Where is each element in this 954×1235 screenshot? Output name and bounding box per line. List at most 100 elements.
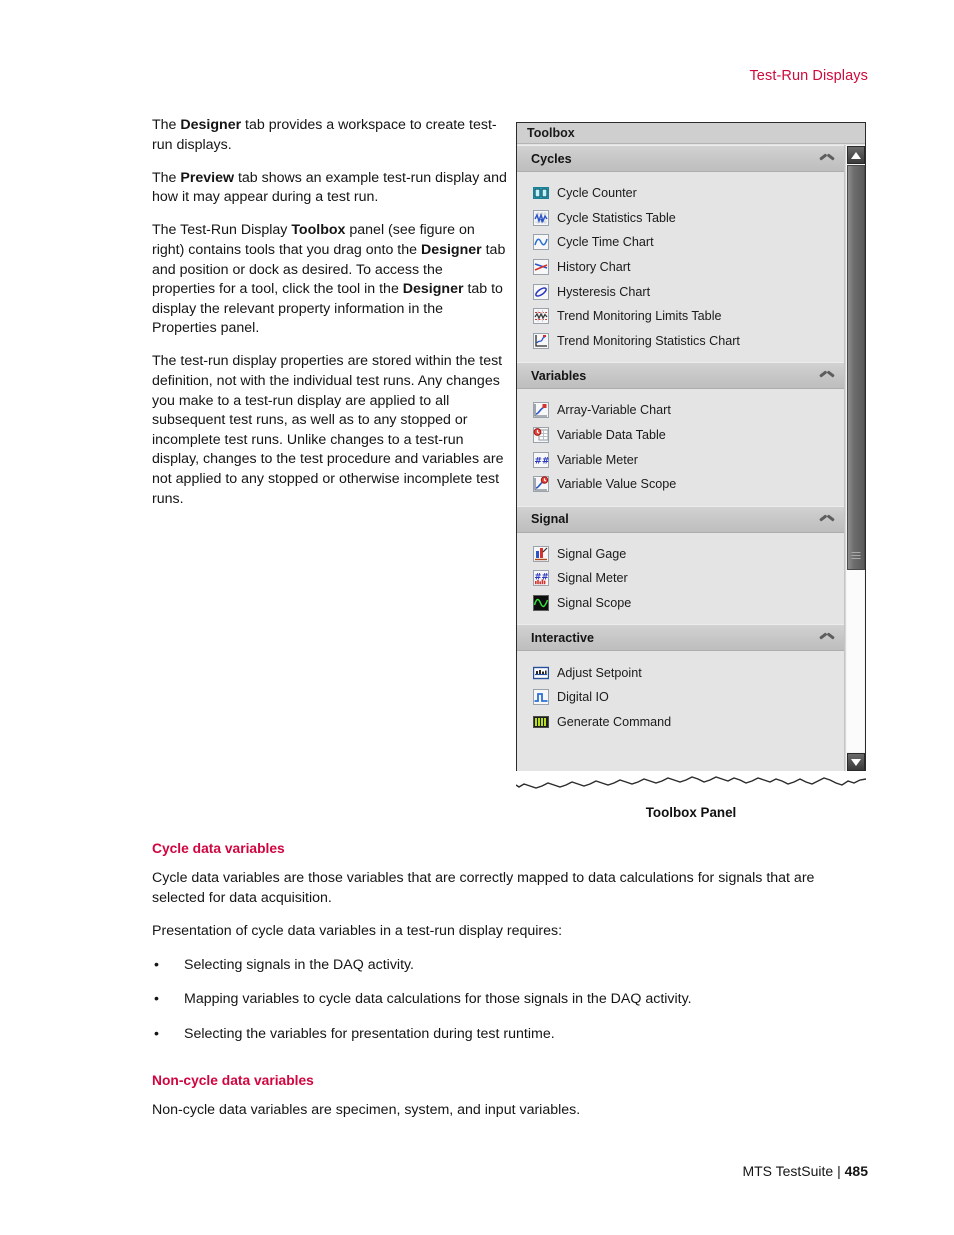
signal-meter-icon: ## bbox=[533, 570, 549, 587]
toolbox-tool-label: Adjust Setpoint bbox=[557, 665, 642, 680]
toolbox-tool-item[interactable]: Variable Data Table bbox=[517, 423, 844, 448]
bullet-marker: • bbox=[154, 1025, 159, 1042]
toolbox-tool-label: Trend Monitoring Statistics Chart bbox=[557, 333, 740, 348]
toolbox-tool-item[interactable]: Trend Monitoring Limits Table bbox=[517, 304, 844, 329]
generate-command-icon bbox=[533, 714, 549, 730]
toolbox-tool-item[interactable]: Signal Scope bbox=[517, 591, 844, 616]
toolbox-section-label: Interactive bbox=[531, 630, 594, 645]
bullet-text: Selecting signals in the DAQ activity. bbox=[184, 956, 414, 973]
toolbox-tool-label: Cycle Time Chart bbox=[557, 235, 654, 250]
toolbox-tool-item[interactable]: Cycle Counter bbox=[517, 181, 844, 206]
digital-io-icon bbox=[533, 689, 549, 706]
cycle-data-bullet-list: • Selecting signals in the DAQ activity. •… bbox=[152, 956, 869, 1045]
toolbox-tool-label: Signal Gage bbox=[557, 546, 627, 561]
toolbox-section-items: Cycle Counter Cycle Statistics Table Cycle… bbox=[517, 172, 844, 363]
scroll-up-arrow-icon bbox=[851, 151, 861, 159]
emphasis-term: Designer bbox=[420, 241, 482, 258]
toolbox-tool-item[interactable]: Array-Variable Chart bbox=[517, 398, 844, 423]
non-cycle-data-paragraph-1: Non-cycle data variables are specimen, s… bbox=[152, 1101, 581, 1118]
emphasis-term: Preview bbox=[180, 169, 235, 186]
bullet-item: • Selecting signals in the DAQ activity. bbox=[152, 956, 869, 976]
signal-gage-icon bbox=[533, 545, 549, 562]
variable-value-scope-icon bbox=[533, 476, 549, 493]
bullet-item: • Mapping variables to cycle data calcula… bbox=[152, 990, 869, 1010]
cycle-data-paragraph-1: Cycle data variables are those variables… bbox=[152, 870, 815, 906]
footer-page-number: 485 bbox=[844, 1163, 868, 1179]
chevron-up-icon[interactable] bbox=[820, 633, 834, 642]
body-paragraph: The Preview tab shows an example test-ru… bbox=[152, 169, 508, 208]
toolbox-section-header-interactive[interactable]: Interactive bbox=[517, 624, 844, 652]
paragraph-text: The Test-Run Display bbox=[152, 222, 292, 239]
cycle-counter-icon bbox=[533, 185, 549, 201]
bullet-marker: • bbox=[154, 991, 159, 1008]
toolbox-tool-label: Cycle Counter bbox=[557, 186, 637, 201]
running-header: Test-Run Displays bbox=[749, 68, 868, 84]
toolbox-section-header-variables[interactable]: Variables bbox=[517, 362, 844, 390]
toolbox-tool-label: Cycle Statistics Table bbox=[557, 210, 676, 225]
footer-product-name: MTS TestSuite | bbox=[742, 1163, 841, 1179]
toolbox-tool-label: Variable Meter bbox=[557, 452, 638, 467]
chevron-up-icon[interactable] bbox=[820, 154, 834, 163]
bullet-text: Selecting the variables for presentation… bbox=[184, 1025, 555, 1042]
toolbox-tool-label: History Chart bbox=[557, 260, 631, 275]
emphasis-term: Designer bbox=[180, 117, 242, 133]
toolbox-tool-label: Array-Variable Chart bbox=[557, 403, 671, 418]
toolbox-tool-label: Generate Command bbox=[557, 714, 672, 729]
torn-edge-decoration bbox=[516, 771, 866, 797]
bullet-text: Mapping variables to cycle data calculat… bbox=[184, 991, 692, 1008]
toolbox-panel-title: Toolbox bbox=[517, 123, 865, 144]
toolbox-tool-label: Variable Data Table bbox=[557, 428, 666, 443]
toolbox-panel: Toolbox Cycles Cycle Counter Cycle Statist… bbox=[516, 122, 866, 772]
cycle-time-chart-icon bbox=[533, 234, 549, 251]
toolbox-tool-label: Hysteresis Chart bbox=[557, 284, 651, 299]
cycle-data-variables-heading: Cycle data variables bbox=[152, 841, 285, 856]
chevron-up-icon[interactable] bbox=[820, 515, 834, 524]
body-paragraph: The Designer tab provides a workspace to… bbox=[152, 116, 508, 155]
toolbox-tool-item[interactable]: Cycle Time Chart bbox=[517, 230, 844, 255]
toolbox-section-header-cycles[interactable]: Cycles bbox=[517, 145, 844, 172]
paragraph-text: The test-run display properties are stor… bbox=[152, 353, 504, 507]
toolbox-tool-label: Signal Meter bbox=[557, 571, 628, 586]
variable-meter-icon: ## bbox=[533, 451, 549, 468]
body-paragraph: The test-run display properties are stor… bbox=[152, 352, 508, 509]
toolbox-section-items: Array-Variable Chart Variable Data Table #… bbox=[517, 389, 844, 506]
figure-caption: Toolbox Panel bbox=[645, 805, 737, 820]
toolbox-tool-label: Trend Monitoring Limits Table bbox=[557, 309, 722, 324]
toolbox-tool-item[interactable]: Cycle Statistics Table bbox=[517, 206, 844, 231]
toolbox-figure: Toolbox Cycles Cycle Counter Cycle Statist… bbox=[516, 122, 866, 820]
scrollbar-thumb[interactable] bbox=[847, 165, 865, 570]
toolbox-tool-item[interactable]: Trend Monitoring Statistics Chart bbox=[517, 329, 844, 354]
variable-data-table-icon bbox=[533, 427, 549, 444]
toolbox-tool-item[interactable]: Generate Command bbox=[517, 710, 844, 735]
hysteresis-chart-icon bbox=[533, 283, 549, 300]
scroll-up-arrow-button[interactable] bbox=[847, 146, 865, 164]
toolbox-scroll-pane: Cycles Cycle Counter Cycle Statistics Tabl… bbox=[517, 145, 845, 772]
toolbox-tool-item[interactable]: Hysteresis Chart bbox=[517, 279, 844, 304]
toolbox-tool-item[interactable]: Digital IO bbox=[517, 685, 844, 710]
paragraph-text: The bbox=[152, 169, 181, 186]
paragraph-text: The bbox=[152, 117, 181, 133]
toolbox-tool-item[interactable]: Signal Gage bbox=[517, 542, 844, 567]
scroll-down-arrow-button[interactable] bbox=[847, 753, 865, 771]
body-paragraph: The Test-Run Display Toolbox panel (see … bbox=[152, 221, 508, 339]
signal-scope-icon bbox=[533, 595, 549, 612]
toolbox-tool-item[interactable]: Adjust Setpoint bbox=[517, 660, 844, 685]
trend-monitoring-limits-table-icon bbox=[533, 308, 549, 325]
lower-sections: Cycle data variables Cycle data variable… bbox=[152, 841, 869, 1134]
toolbox-tool-item[interactable]: ## Signal Meter bbox=[517, 566, 844, 591]
toolbox-tool-item[interactable]: History Chart bbox=[517, 255, 844, 280]
toolbox-section-items: Signal Gage ## Signal Meter Signal Scope bbox=[517, 532, 844, 625]
toolbox-section-header-signal[interactable]: Signal bbox=[517, 505, 844, 533]
bullet-marker: • bbox=[154, 956, 159, 973]
history-chart-icon bbox=[533, 259, 549, 276]
toolbox-tool-label: Variable Value Scope bbox=[557, 477, 677, 492]
cycle-data-paragraph-2: Presentation of cycle data variables in … bbox=[152, 923, 563, 940]
toolbox-tool-item[interactable]: Variable Value Scope bbox=[517, 472, 844, 497]
svg-text:##: ## bbox=[534, 456, 549, 466]
cycle-statistics-table-icon bbox=[533, 209, 549, 226]
body-text-column: The Designer tab provides a workspace to… bbox=[152, 116, 508, 523]
toolbox-vertical-scrollbar[interactable] bbox=[845, 145, 865, 772]
toolbox-section-label: Cycles bbox=[531, 151, 572, 166]
toolbox-tool-item[interactable]: ## Variable Meter bbox=[517, 447, 844, 472]
chevron-up-icon[interactable] bbox=[820, 371, 834, 380]
